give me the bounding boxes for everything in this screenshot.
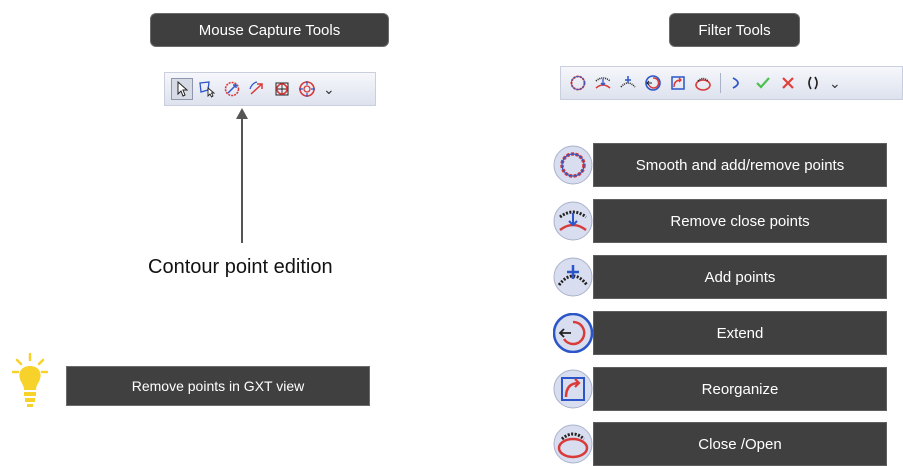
pointer-arrow-head	[236, 108, 248, 119]
extend-icon	[553, 313, 593, 353]
extend-icon[interactable]	[642, 72, 664, 94]
filter-item-label: Add points	[593, 255, 887, 299]
mouse-capture-tools-header: Mouse Capture Tools	[150, 13, 389, 47]
close-open-icon[interactable]	[692, 72, 714, 94]
add-points-icon	[553, 257, 593, 297]
filter-item-label: Extend	[593, 311, 887, 355]
select-pointer-icon[interactable]	[171, 78, 193, 100]
toolbar-overflow-icon[interactable]: ⌄	[323, 82, 335, 96]
filter-item-close-open[interactable]: Close /Open	[553, 422, 887, 466]
smooth-icon[interactable]	[567, 72, 589, 94]
filter-item-smooth[interactable]: Smooth and add/remove points	[553, 143, 887, 187]
polygon-pointer-icon[interactable]	[196, 78, 218, 100]
toolbar-overflow-icon[interactable]: ⌄	[829, 76, 841, 90]
grid-contour-icon[interactable]	[271, 78, 293, 100]
tip-box: Remove points in GXT view	[66, 366, 370, 406]
toolbar-separator	[720, 73, 721, 93]
filter-item-reorganize[interactable]: Reorganize	[553, 367, 887, 411]
contour-edit-icon[interactable]	[221, 78, 243, 100]
filter-item-label: Remove close points	[593, 199, 887, 243]
filter-item-label: Reorganize	[593, 367, 887, 411]
contour-point-edition-caption: Contour point edition	[148, 256, 333, 278]
curve-icon[interactable]	[727, 72, 749, 94]
close-open-icon	[553, 424, 593, 464]
reorganize-icon	[553, 369, 593, 409]
reorganize-icon[interactable]	[667, 72, 689, 94]
lightbulb-icon	[11, 352, 49, 412]
smooth-icon	[553, 145, 593, 185]
add-points-icon[interactable]	[617, 72, 639, 94]
check-icon[interactable]	[752, 72, 774, 94]
drag-arrow-icon[interactable]	[246, 78, 268, 100]
target-contour-icon[interactable]	[296, 78, 318, 100]
pointer-arrow-line	[241, 119, 243, 243]
cross-icon[interactable]	[777, 72, 799, 94]
filter-item-label: Smooth and add/remove points	[593, 143, 887, 187]
parentheses-icon[interactable]	[802, 72, 824, 94]
filter-item-remove-close-points[interactable]: Remove close points	[553, 199, 887, 243]
filter-tools-header: Filter Tools	[669, 13, 800, 47]
remove-close-points-icon	[553, 201, 593, 241]
filter-item-add-points[interactable]: Add points	[553, 255, 887, 299]
filter-item-label: Close /Open	[593, 422, 887, 466]
mouse-capture-toolbar: ⌄	[164, 72, 376, 106]
filter-toolbar: ⌄	[560, 66, 903, 100]
remove-close-points-icon[interactable]	[592, 72, 614, 94]
filter-item-extend[interactable]: Extend	[553, 311, 887, 355]
